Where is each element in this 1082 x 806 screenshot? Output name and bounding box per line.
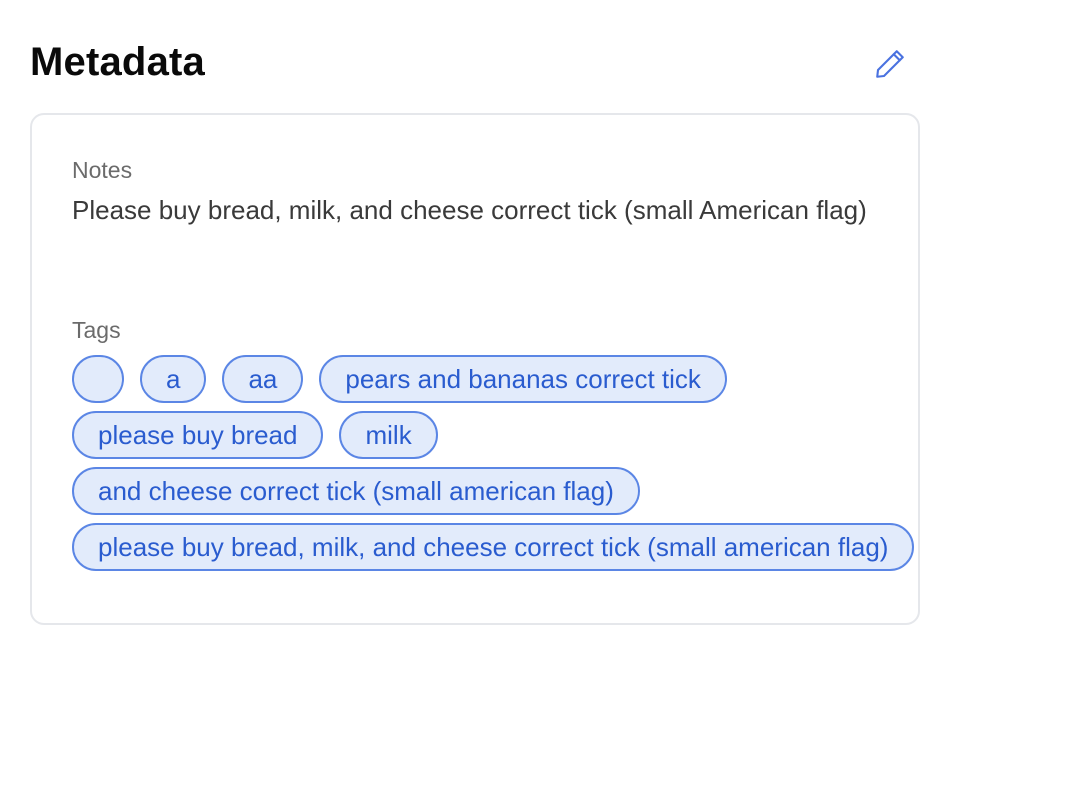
page-title: Metadata xyxy=(30,40,205,84)
notes-label: Notes xyxy=(72,157,133,183)
tag-chip[interactable]: and cheese correct tick (small american … xyxy=(72,467,640,515)
tag-list: a aa pears and bananas correct tick plea… xyxy=(72,355,1072,579)
tag-row: a aa pears and bananas correct tick xyxy=(72,355,1072,403)
metadata-card: Notes Please buy bread, milk, and cheese… xyxy=(30,113,920,625)
edit-button[interactable] xyxy=(870,44,910,84)
tag-chip-empty[interactable] xyxy=(72,355,124,403)
tags-label: Tags xyxy=(72,317,121,343)
notes-value: Please buy bread, milk, and cheese corre… xyxy=(72,195,867,225)
tag-chip[interactable]: milk xyxy=(339,411,438,459)
tag-chip[interactable]: please buy bread xyxy=(72,411,324,459)
metadata-page: Metadata Notes Please buy bread, milk, a… xyxy=(0,0,1082,806)
tag-row: please buy bread milk xyxy=(72,411,1072,459)
tag-chip[interactable]: a xyxy=(140,355,207,403)
tag-row: and cheese correct tick (small american … xyxy=(72,467,1072,515)
tag-chip[interactable]: please buy bread, milk, and cheese corre… xyxy=(72,523,915,571)
pencil-icon xyxy=(876,50,904,78)
tag-row: please buy bread, milk, and cheese corre… xyxy=(72,523,1072,571)
tag-chip[interactable]: pears and bananas correct tick xyxy=(319,355,727,403)
tag-chip[interactable]: aa xyxy=(222,355,304,403)
